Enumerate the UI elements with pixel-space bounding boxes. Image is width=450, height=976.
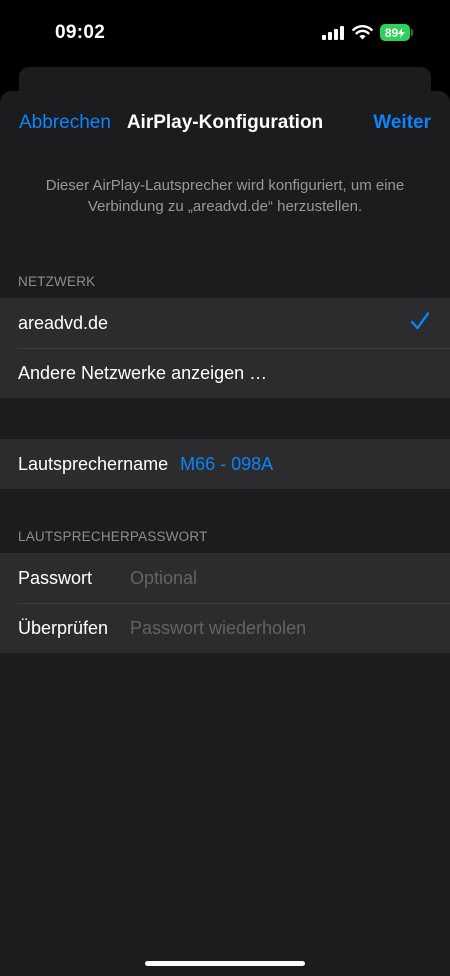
other-networks-label: Andere Netzwerke anzeigen …	[18, 362, 268, 383]
network-name: areadvd.de	[18, 312, 109, 333]
speaker-name-value[interactable]: M66 - 098A	[180, 454, 273, 475]
password-label: Passwort	[18, 567, 93, 588]
password-section-header: LAUTSPRECHERPASSWORT	[18, 529, 208, 544]
other-networks-row[interactable]: Andere Netzwerke anzeigen …	[0, 348, 450, 398]
configuration-description: Dieser AirPlay-Lautsprecher wird konfigu…	[45, 177, 405, 215]
wifi-icon	[352, 25, 373, 40]
speaker-name-group: Lautsprechername M66 - 098A	[0, 439, 450, 489]
battery-charging-icon: 89	[380, 24, 410, 41]
password-group: Passwort Überprüfen	[0, 553, 450, 653]
speaker-name-label: Lautsprechername	[18, 453, 169, 474]
password-row: Passwort	[0, 553, 450, 603]
next-button[interactable]: Weiter	[373, 112, 431, 134]
bolt-icon	[398, 27, 406, 38]
airplay-config-sheet: Abbrechen AirPlay-Konfiguration Weiter D…	[0, 91, 450, 976]
battery-cap	[411, 29, 413, 36]
verify-row: Überprüfen	[0, 603, 450, 653]
speaker-name-row[interactable]: Lautsprechername M66 - 098A	[0, 439, 450, 489]
network-group: areadvd.de Andere Netzwerke anzeigen …	[0, 298, 450, 398]
status-bar: 09:02 89	[0, 0, 450, 66]
checkmark-icon	[410, 312, 430, 330]
status-time: 09:02	[55, 22, 106, 43]
network-row-selected[interactable]: areadvd.de	[0, 298, 450, 348]
verify-label: Überprüfen	[18, 617, 109, 638]
signal-icon	[322, 26, 344, 40]
battery-level: 89	[384, 25, 399, 40]
home-indicator[interactable]	[145, 961, 305, 966]
network-section-header: NETZWERK	[18, 274, 96, 289]
verify-password-input[interactable]	[130, 617, 420, 639]
navigation-bar: Abbrechen AirPlay-Konfiguration Weiter	[0, 91, 450, 155]
password-input[interactable]	[130, 567, 420, 589]
